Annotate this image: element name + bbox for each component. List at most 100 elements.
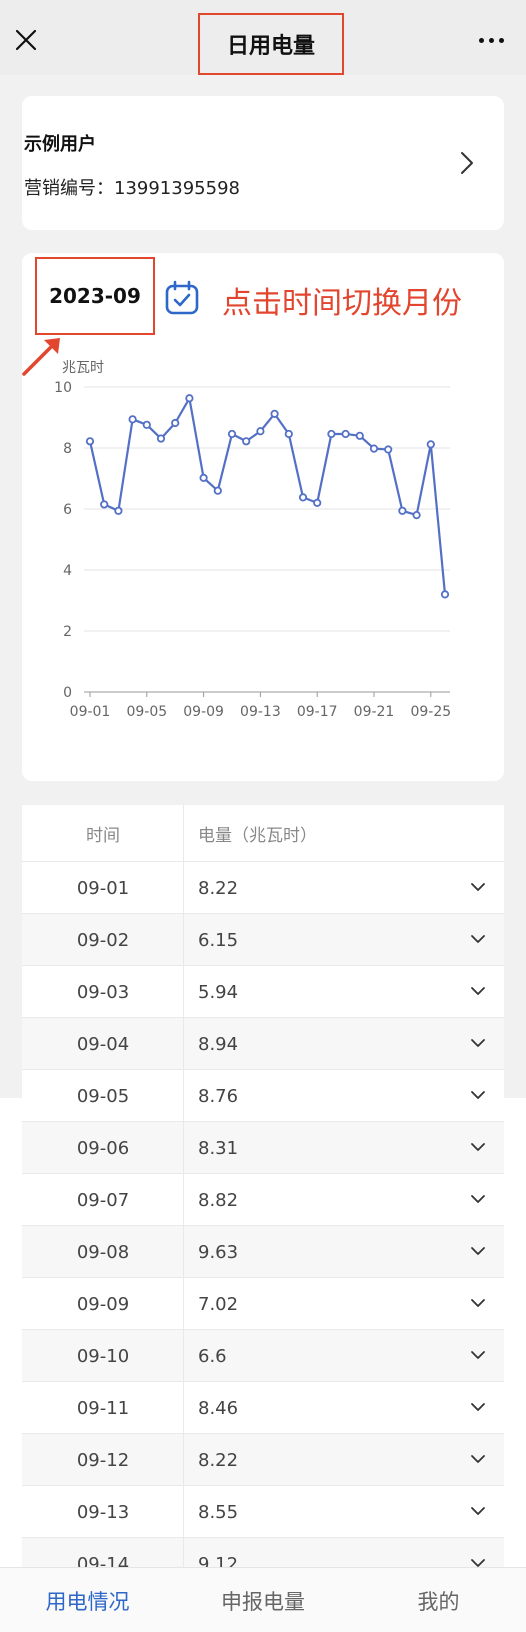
chevron-down-icon[interactable]: [470, 1297, 486, 1309]
chevron-down-icon[interactable]: [470, 1193, 486, 1205]
annotation-hint: 点击时间切换月份: [222, 286, 462, 321]
data-point[interactable]: [156, 434, 166, 443]
nav-item-usage[interactable]: 用电情况: [0, 1568, 175, 1632]
data-point[interactable]: [384, 445, 393, 454]
table-row[interactable]: 09-01 8.22: [22, 862, 504, 914]
page-title-highlight: 日用电量: [198, 13, 344, 75]
data-point[interactable]: [327, 429, 336, 439]
chevron-down-icon[interactable]: [470, 1505, 486, 1517]
table-row[interactable]: 09-05 8.76: [22, 1070, 504, 1122]
x-tick-label: 09-25: [410, 704, 451, 720]
chevron-right-icon[interactable]: [458, 150, 476, 176]
nav-item-declare[interactable]: 申报电量: [175, 1568, 351, 1632]
table-row[interactable]: 09-12 8.22: [22, 1434, 504, 1486]
data-point[interactable]: [227, 429, 237, 439]
table-row[interactable]: 09-11 8.46: [22, 1382, 504, 1434]
chevron-down-icon[interactable]: [470, 1089, 486, 1101]
data-point[interactable]: [128, 415, 137, 424]
data-point[interactable]: [313, 498, 322, 507]
table-header: 时间 电量（兆瓦时）: [22, 805, 504, 862]
more-options-button[interactable]: [474, 28, 508, 52]
table-row[interactable]: 09-10 6.6: [22, 1330, 504, 1382]
data-point[interactable]: [440, 590, 450, 599]
table-row[interactable]: 09-04 8.94: [22, 1018, 504, 1070]
chevron-down-icon[interactable]: [470, 1557, 486, 1567]
chevron-down-icon[interactable]: [470, 1141, 486, 1153]
cell-value: 9.63: [198, 1241, 239, 1263]
cell-time: 09-09: [76, 1293, 130, 1315]
nav-item-mine[interactable]: 我的: [351, 1568, 526, 1632]
chevron-down-icon[interactable]: [470, 985, 486, 997]
x-tick-label: 09-21: [354, 704, 395, 720]
cell-value: 8.94: [198, 1033, 239, 1055]
close-button[interactable]: [12, 26, 40, 54]
chevron-down-icon[interactable]: [470, 1037, 486, 1049]
x-tick-label: 09-13: [240, 704, 281, 720]
data-point[interactable]: [412, 511, 421, 520]
data-point[interactable]: [213, 486, 222, 495]
data-point[interactable]: [284, 429, 293, 439]
chevron-down-icon[interactable]: [470, 881, 486, 893]
more-dot-icon: [498, 37, 504, 43]
header-value: 电量（兆瓦时）: [198, 826, 317, 846]
data-point[interactable]: [85, 437, 95, 446]
cell-time: 09-08: [76, 1241, 130, 1263]
table-row[interactable]: 09-07 8.82: [22, 1174, 504, 1226]
cell-value: 8.46: [198, 1397, 239, 1419]
cell-time: 09-07: [76, 1189, 130, 1211]
selected-month: 2023-09: [49, 284, 141, 308]
cell-value: 8.82: [198, 1189, 239, 1211]
data-point[interactable]: [185, 394, 194, 403]
page-title: 日用电量: [226, 34, 315, 59]
chevron-down-icon[interactable]: [470, 1401, 486, 1413]
data-point[interactable]: [256, 427, 265, 436]
cell-value: 5.94: [198, 981, 239, 1003]
column-divider: [183, 805, 184, 1567]
cell-value: 8.55: [198, 1501, 239, 1523]
table-row[interactable]: 09-13 8.55: [22, 1486, 504, 1538]
month-selector[interactable]: 2023-09: [35, 257, 155, 335]
data-point[interactable]: [355, 431, 364, 440]
cell-value: 9.12: [198, 1553, 239, 1568]
table-row[interactable]: 09-14 9.12: [22, 1538, 504, 1567]
data-point[interactable]: [199, 473, 208, 482]
data-point[interactable]: [369, 444, 379, 453]
data-point[interactable]: [142, 420, 151, 429]
y-tick-label: 6: [63, 502, 72, 518]
cell-time: 09-03: [76, 981, 130, 1003]
data-point[interactable]: [100, 500, 109, 509]
table-row[interactable]: 09-08 9.63: [22, 1226, 504, 1278]
more-dot-icon: [478, 37, 484, 43]
calendar-icon[interactable]: [164, 280, 200, 316]
user-card[interactable]: [22, 96, 504, 230]
cell-time: 09-06: [76, 1137, 130, 1159]
cell-value: 7.02: [198, 1293, 239, 1315]
chart-y-ticks: 0 2 4 6 8 10: [54, 380, 72, 701]
data-point[interactable]: [426, 440, 435, 449]
cell-time: 09-14: [76, 1553, 130, 1568]
data-point[interactable]: [298, 493, 308, 502]
x-tick-label: 09-01: [70, 704, 111, 720]
table-row[interactable]: 09-03 5.94: [22, 966, 504, 1018]
chevron-down-icon[interactable]: [470, 1245, 486, 1257]
bottom-nav: 用电情况 申报电量 我的: [0, 1567, 526, 1632]
y-tick-label: 10: [54, 380, 72, 396]
data-point[interactable]: [242, 437, 251, 446]
cell-time: 09-05: [76, 1085, 130, 1107]
data-point[interactable]: [398, 506, 407, 515]
data-point[interactable]: [270, 409, 279, 418]
cell-time: 09-02: [76, 929, 130, 951]
data-point[interactable]: [114, 506, 123, 515]
chevron-down-icon[interactable]: [470, 1453, 486, 1465]
data-point[interactable]: [171, 418, 180, 428]
more-dot-icon: [488, 37, 494, 43]
y-tick-label: 4: [63, 563, 72, 579]
chevron-down-icon[interactable]: [470, 1349, 486, 1361]
table-row[interactable]: 09-09 7.02: [22, 1278, 504, 1330]
cell-time: 09-12: [76, 1449, 130, 1471]
table-row[interactable]: 09-02 6.15: [22, 914, 504, 966]
table-row[interactable]: 09-06 8.31: [22, 1122, 504, 1174]
data-point[interactable]: [341, 429, 350, 439]
chevron-down-icon[interactable]: [470, 933, 486, 945]
x-tick-label: 09-05: [126, 704, 167, 720]
